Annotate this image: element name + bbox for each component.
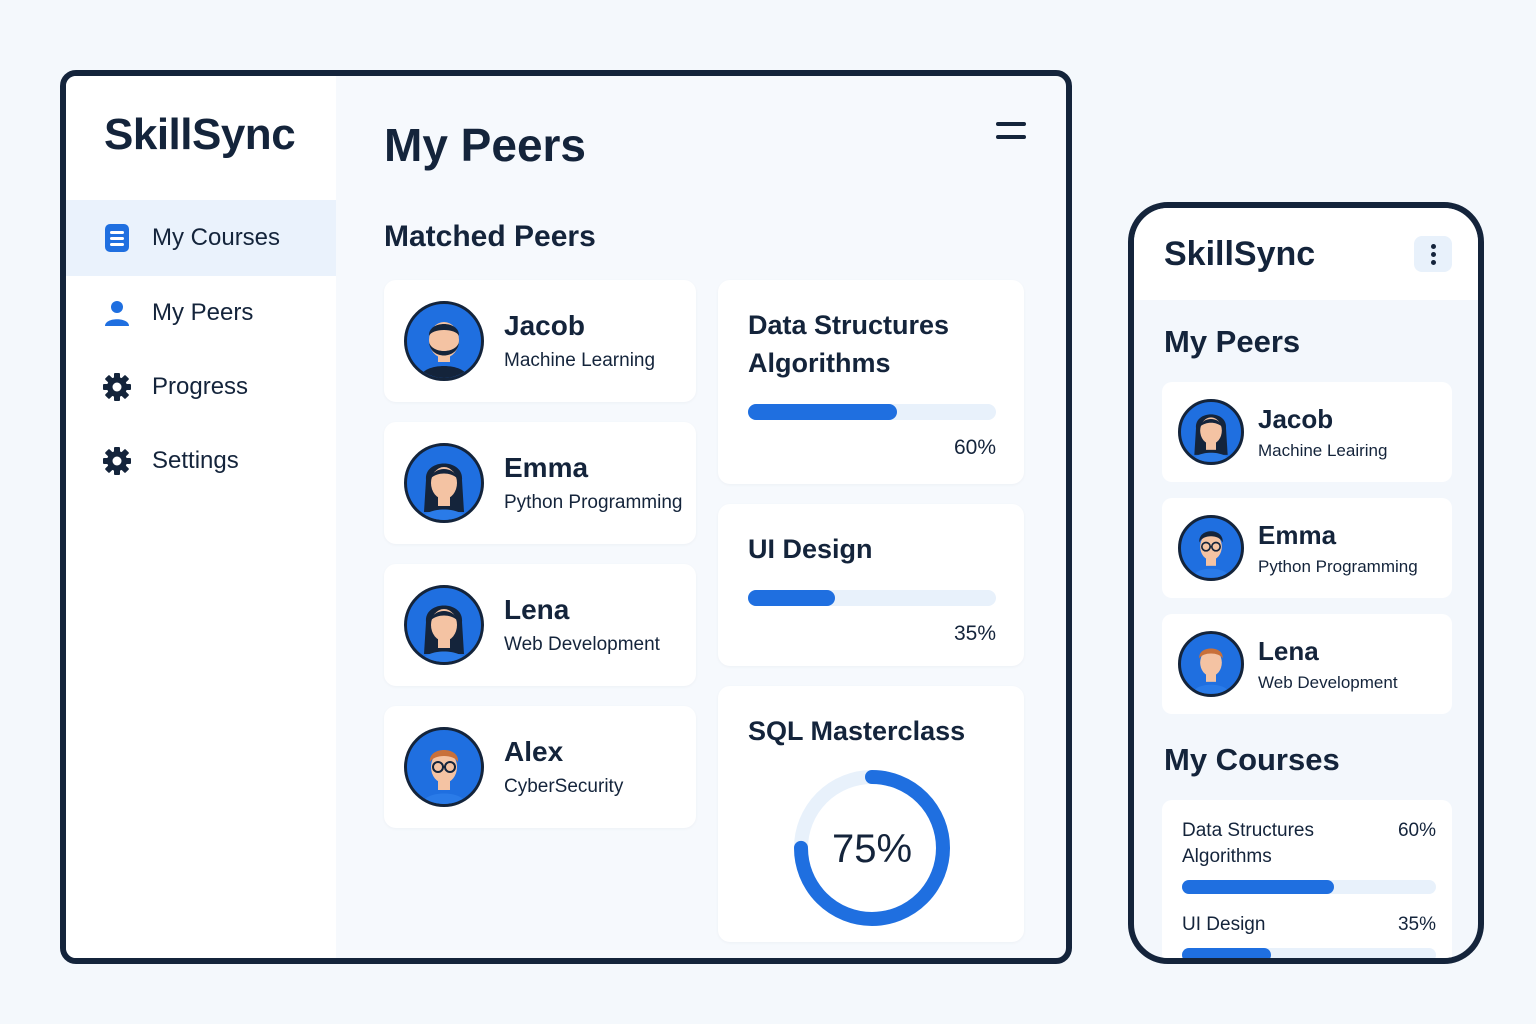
peer-card-alex[interactable]: Alex CyberSecurity	[384, 706, 696, 828]
mobile-header: SkillSync	[1134, 208, 1478, 300]
sidebar-item-label: Progress	[152, 373, 249, 400]
peer-card-jacob[interactable]: Jacob Machine Learning	[384, 280, 696, 402]
user-icon	[102, 298, 132, 328]
app-logo: SkillSync	[104, 110, 296, 159]
avatar	[404, 301, 484, 381]
peer-name: Lena	[504, 594, 570, 625]
peer-card-lena[interactable]: Lena Web Development	[1162, 614, 1452, 714]
avatar	[1178, 399, 1244, 465]
more-options-icon[interactable]	[1414, 236, 1452, 272]
peer-card-jacob[interactable]: Jacob Machine Leairing	[1162, 382, 1452, 482]
peer-card-emma[interactable]: Emma Python Programming	[1162, 498, 1452, 598]
avatar	[1178, 631, 1244, 697]
course-item-data-structures[interactable]: Data Structures Algorithms 60%	[1182, 818, 1436, 894]
app-logo: SkillSync	[1164, 234, 1316, 273]
peer-card-lena[interactable]: Lena Web Development	[384, 564, 696, 686]
sidebar-item-label: My Courses	[152, 224, 281, 251]
course-name: UI Design	[1182, 914, 1266, 935]
main-content: My Peers Matched Peers Jacob Machine Lea…	[336, 76, 1066, 958]
peer-name: Jacob	[504, 310, 585, 341]
section-title: Matched Peers	[384, 220, 596, 253]
peer-topic: Python Programming	[504, 492, 683, 513]
course-name: Data Structures Algorithms	[1182, 820, 1314, 867]
gear-icon	[102, 372, 132, 402]
list-icon	[102, 223, 132, 253]
progress-ring: 75%	[794, 770, 950, 926]
course-name: Data Structures Algorithms	[748, 310, 950, 378]
progress-bar	[1182, 880, 1436, 894]
avatar	[1178, 515, 1244, 581]
sidebar-item-settings[interactable]: Settings	[66, 424, 336, 498]
desktop-window: SkillSync My Courses My Peers Progress S…	[60, 70, 1072, 964]
sidebar-item-label: My Peers	[152, 299, 254, 326]
peer-name: Lena	[1258, 635, 1319, 666]
course-card-data-structures[interactable]: Data Structures Algorithms 60%	[718, 280, 1024, 484]
peer-topic: Web Development	[1258, 672, 1398, 692]
course-item-ui-design[interactable]: UI Design 35%	[1182, 912, 1436, 958]
page-title: My Peers	[384, 119, 587, 171]
peer-name: Jacob	[1258, 403, 1334, 434]
avatar	[404, 585, 484, 665]
progress-percent: 60%	[1397, 820, 1436, 841]
sidebar-item-my-peers[interactable]: My Peers	[66, 276, 336, 350]
progress-percent: 35%	[953, 622, 996, 645]
peer-name: Emma	[1258, 519, 1337, 550]
peer-name: Emma	[504, 452, 589, 483]
sidebar-item-my-courses[interactable]: My Courses	[66, 200, 336, 276]
progress-bar	[748, 404, 996, 420]
course-list: Data Structures Algorithms 60% UI Design…	[718, 280, 1024, 942]
peer-list: Jacob Machine Leairing Emma Python Progr…	[1134, 382, 1478, 714]
section-title: My Courses	[1164, 742, 1340, 777]
avatar	[404, 443, 484, 523]
progress-bar	[748, 590, 996, 606]
course-name: UI Design	[748, 534, 873, 564]
course-list: Data Structures Algorithms 60% UI Design…	[1162, 800, 1452, 958]
sidebar-item-progress[interactable]: Progress	[66, 350, 336, 424]
peer-topic: Machine Leairing	[1258, 440, 1388, 460]
avatar	[404, 727, 484, 807]
peer-name: Alex	[504, 736, 564, 767]
peer-card-emma[interactable]: Emma Python Programming	[384, 422, 696, 544]
gear-icon	[102, 446, 132, 476]
page-title: My Peers	[1164, 324, 1301, 359]
progress-percent: 75%	[832, 827, 912, 871]
course-name: SQL Masterclass	[748, 716, 966, 746]
course-card-sql-masterclass[interactable]: SQL Masterclass 75%	[718, 686, 1024, 942]
mobile-window: SkillSync My Peers Jacob Machine Leairin…	[1128, 202, 1484, 964]
peer-list: Jacob Machine Learning Emma Python Progr…	[384, 280, 696, 942]
peer-topic: Machine Learning	[504, 350, 656, 371]
peer-topic: Python Programming	[1258, 556, 1418, 576]
course-card-ui-design[interactable]: UI Design 35%	[718, 504, 1024, 666]
hamburger-menu-icon[interactable]	[996, 122, 1026, 144]
peer-topic: CyberSecurity	[504, 776, 624, 797]
sidebar: SkillSync My Courses My Peers Progress S…	[66, 76, 336, 958]
sidebar-item-label: Settings	[152, 447, 239, 474]
progress-percent: 60%	[953, 436, 996, 459]
progress-bar	[1182, 948, 1436, 958]
peer-topic: Web Development	[504, 634, 660, 655]
progress-percent: 35%	[1397, 914, 1436, 935]
